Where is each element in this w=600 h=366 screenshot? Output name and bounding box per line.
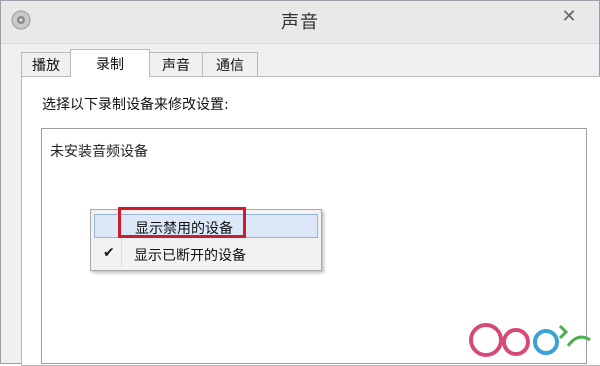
device-list-context-menu: 显示禁用的设备 ✔ 显示已断开的设备 [90, 209, 322, 271]
tab-recording[interactable]: 录制 [70, 49, 150, 77]
check-icon: ✔ [103, 245, 115, 261]
menu-item-show-disconnected-devices[interactable]: ✔ 显示已断开的设备 [94, 242, 318, 266]
no-devices-message: 未安装音频设备 [50, 144, 148, 160]
menu-item-show-disabled-devices[interactable]: 显示禁用的设备 [94, 214, 318, 238]
title-bar[interactable]: 声音 ✕ [1, 1, 599, 44]
window-title: 声音 [281, 12, 319, 33]
site-logo-watermark [469, 323, 591, 357]
menu-item-label: 显示禁用的设备 [135, 221, 233, 237]
instruction-label: 选择以下录制设备来修改设置: [42, 97, 229, 113]
close-button[interactable]: ✕ [553, 4, 585, 28]
tab-playback[interactable]: 播放 [21, 52, 71, 76]
tab-sounds[interactable]: 声音 [149, 52, 203, 76]
close-icon: ✕ [561, 5, 577, 27]
tab-communications[interactable]: 通信 [202, 52, 258, 76]
menu-item-label: 显示已断开的设备 [134, 248, 246, 264]
